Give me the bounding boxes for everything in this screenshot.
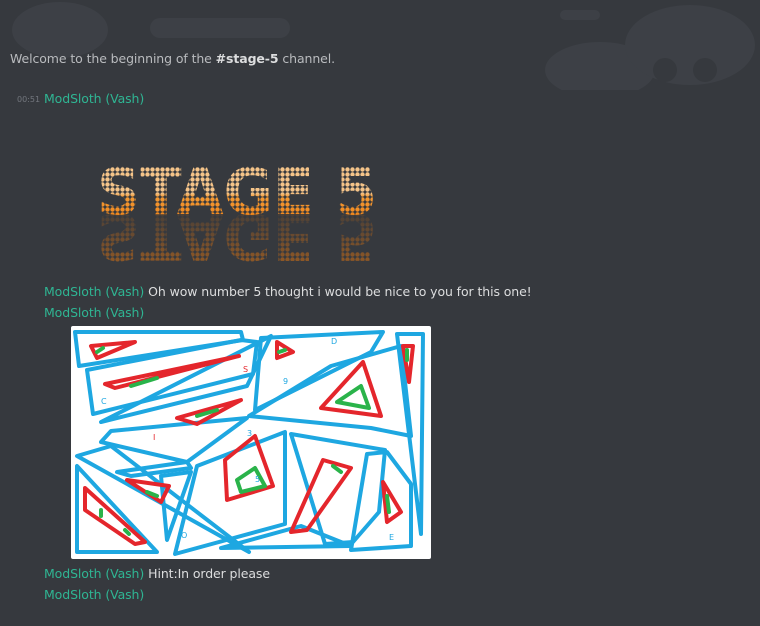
message-author[interactable]: ModSloth (Vash): [44, 284, 144, 299]
puzzle-letter: 5: [255, 475, 260, 484]
channel-welcome-text: Welcome to the beginning of the #stage-5…: [10, 51, 336, 66]
message: ModSloth (Vash) Hint:In order please: [44, 566, 270, 581]
puzzle-letter: 3: [247, 429, 252, 438]
message-author[interactable]: ModSloth (Vash): [44, 566, 144, 581]
channel-name[interactable]: #stage-5: [216, 51, 279, 66]
message-text: Hint:In order please: [148, 566, 270, 581]
message-author[interactable]: ModSloth (Vash): [44, 305, 144, 320]
message-author[interactable]: ModSloth (Vash): [44, 91, 144, 106]
channel-header-background-art: [12, 2, 755, 90]
message-text: Oh wow number 5 thought i would be nice …: [148, 284, 532, 299]
message: ModSloth (Vash): [44, 587, 144, 602]
puzzle-letter: S: [243, 365, 248, 374]
message-timestamp: 00:51: [17, 95, 41, 104]
puzzle-letter: I: [153, 433, 155, 442]
puzzle-letter: O: [181, 531, 187, 540]
message: ModSloth (Vash) Oh wow number 5 thought i…: [44, 284, 532, 299]
puzzle-image[interactable]: S I 9 D C 3 5 O E: [71, 326, 431, 559]
stage-banner-reflection: STAGE 5: [97, 198, 377, 267]
message: ModSloth (Vash): [44, 305, 144, 320]
stage-5-banner-image[interactable]: STAGE 5 STAGE 5: [95, 152, 385, 267]
puzzle-letter: 9: [283, 377, 288, 386]
message: ModSloth (Vash): [44, 91, 144, 106]
puzzle-letter: D: [331, 337, 337, 346]
puzzle-letter: C: [101, 397, 107, 406]
puzzle-letter: E: [389, 533, 394, 542]
message-author[interactable]: ModSloth (Vash): [44, 587, 144, 602]
